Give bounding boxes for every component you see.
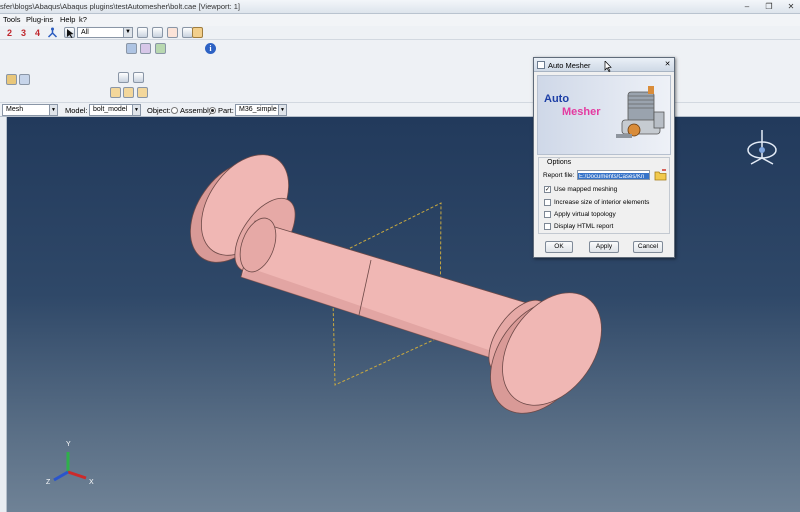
increase-interior-size-checkbox[interactable]	[544, 199, 551, 206]
title-bar: sfer\blogs\Abaqus\Abaqus plugins\testAut…	[0, 0, 800, 14]
module-toolbar: i	[0, 40, 800, 102]
menu-bar: Tools Plug-ins Help k?	[0, 14, 800, 26]
model-label: Model:	[65, 106, 88, 115]
viewport[interactable]	[7, 117, 800, 512]
banner-mesher-text: Mesher	[562, 106, 601, 118]
report-file-input[interactable]	[578, 173, 649, 179]
part-select[interactable]: M36_simple ▼	[235, 104, 287, 116]
bolt-shaft	[240, 220, 528, 366]
axis-x-label: X	[89, 479, 94, 486]
mouse-cursor-icon	[604, 60, 612, 74]
report-file-label: Report file:	[543, 172, 575, 179]
info-icon[interactable]: i	[205, 43, 216, 54]
element-type-icon[interactable]	[133, 72, 144, 83]
seed-part-icon[interactable]	[6, 74, 17, 85]
assembly-label: Assembly	[180, 106, 213, 115]
model-value: bolt_model	[93, 106, 128, 113]
query-icon[interactable]	[47, 27, 58, 41]
use-mapped-meshing-label: Use mapped meshing	[554, 186, 618, 193]
mesh-part-icon[interactable]	[110, 87, 121, 98]
mesh-controls-icon[interactable]	[118, 72, 129, 83]
part-value: M36_simple	[239, 106, 277, 113]
increase-interior-size-label: Increase size of interior elements	[554, 199, 650, 206]
seed-edge-icon[interactable]	[19, 74, 30, 85]
dialog-title: Auto Mesher	[548, 61, 591, 70]
select-arrow-icon[interactable]	[64, 27, 75, 38]
view-2-button[interactable]: 2	[7, 28, 12, 38]
menu-help[interactable]: Help	[60, 15, 75, 24]
selection-filter-select[interactable]: All ▼	[77, 27, 133, 38]
select-box-icon[interactable]	[152, 27, 163, 38]
color-code-icon[interactable]	[140, 43, 151, 54]
mesh-view-icon[interactable]	[126, 43, 137, 54]
close-button[interactable]: ✕	[784, 1, 798, 12]
apply-button[interactable]: Apply	[589, 241, 619, 253]
render-style-icon[interactable]	[155, 43, 166, 54]
window-title: sfer\blogs\Abaqus\Abaqus plugins\testAut…	[0, 2, 241, 11]
view-compass[interactable]	[745, 128, 779, 168]
highlight-icon[interactable]	[192, 27, 203, 38]
browse-folder-icon[interactable]	[654, 169, 667, 181]
delete-mesh-icon[interactable]	[137, 87, 148, 98]
dialog-close-icon[interactable]: ✕	[663, 60, 672, 69]
display-html-report-checkbox[interactable]	[544, 223, 551, 230]
dialog-banner: Auto Mesher	[537, 75, 671, 155]
view-4-button[interactable]: 4	[35, 28, 40, 38]
select-solid-icon[interactable]	[137, 27, 148, 38]
cancel-button[interactable]: Cancel	[633, 241, 663, 253]
chevron-down-icon: ▼	[278, 105, 286, 115]
menu-plug-ins[interactable]: Plug-ins	[26, 15, 53, 24]
object-label: Object:	[147, 106, 171, 115]
left-toolbox-edge	[0, 117, 7, 512]
module-select[interactable]: Mesh ▼	[2, 104, 58, 116]
apply-virtual-topology-checkbox[interactable]	[544, 211, 551, 218]
banner-auto-text: Auto	[544, 93, 570, 105]
view-3-button[interactable]: 3	[21, 28, 26, 38]
minimize-button[interactable]: –	[740, 1, 754, 12]
menu-tools[interactable]: Tools	[3, 15, 21, 24]
chevron-down-icon: ▼	[123, 28, 132, 37]
dialog-app-icon	[537, 61, 545, 69]
auto-mesher-dialog: Auto Mesher ✕ Auto Mesher Options Report…	[533, 57, 675, 258]
context-help-button[interactable]: k?	[79, 15, 87, 24]
restore-button[interactable]: ❐	[762, 1, 776, 12]
mesh-region-icon[interactable]	[123, 87, 134, 98]
options-legend: Options	[546, 159, 573, 166]
selection-filter-value: All	[81, 29, 89, 36]
axis-y-label: Y	[66, 441, 71, 448]
apply-virtual-topology-label: Apply virtual topology	[554, 211, 616, 218]
bolt-model	[189, 154, 602, 414]
engine-image-icon	[616, 86, 665, 138]
assembly-radio[interactable]	[171, 107, 178, 114]
model-select[interactable]: bolt_model ▼	[89, 104, 141, 116]
chevron-down-icon: ▼	[132, 105, 140, 115]
chevron-down-icon: ▼	[49, 105, 57, 115]
use-mapped-meshing-checkbox[interactable]: ✓	[544, 186, 551, 193]
select-region-icon[interactable]	[167, 27, 178, 38]
axis-triad: Y Z X	[42, 441, 98, 492]
part-label: Part:	[218, 106, 234, 115]
context-bar: Mesh ▼ Model: bolt_model ▼ Object: Assem…	[0, 102, 800, 117]
display-html-report-label: Display HTML report	[554, 223, 614, 230]
axis-z-label: Z	[46, 479, 51, 486]
module-value: Mesh	[6, 106, 24, 113]
part-radio[interactable]	[209, 107, 216, 114]
report-file-field[interactable]	[577, 170, 650, 180]
ok-button[interactable]: OK	[545, 241, 573, 253]
